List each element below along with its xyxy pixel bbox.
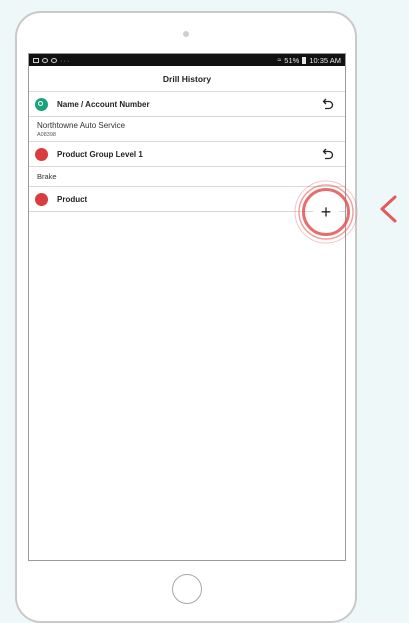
status-bar: ··· ≈ 51% 10:35 AM [29,54,345,66]
battery-icon [302,56,307,64]
drill-level-label: Product Group Level 1 [57,149,143,159]
status-indicator-icon [35,147,48,161]
battery-percent: 51% [284,55,300,65]
drill-value: Northtowne Auto Service A08398 [29,117,345,142]
app-screen: ··· ≈ 51% 10:35 AM Drill History Name / … [28,53,346,561]
chevron-left-icon [380,195,397,223]
page-title: Drill History [29,66,345,92]
status-time: 10:35 AM [309,55,341,65]
status-indicator-icon [35,192,48,206]
drill-level-label: Name / Account Number [57,99,150,109]
settings-icon [42,57,48,63]
status-dots: ··· [60,55,71,65]
undo-icon[interactable] [321,97,335,111]
drill-value-name: Northtowne Auto Service [37,121,126,130]
camera [183,31,189,37]
status-indicator-icon [35,97,48,111]
home-button[interactable] [172,574,202,604]
drill-level-name-account: Name / Account Number [29,92,345,117]
drill-level-product-group: Product Group Level 1 [29,142,345,167]
drill-value-account: A08398 [37,132,56,138]
wifi-icon: ≈ [277,56,282,64]
add-drill-button[interactable]: + [313,199,339,225]
app-icon [51,57,57,63]
undo-icon[interactable] [321,147,335,161]
image-icon [33,57,39,63]
